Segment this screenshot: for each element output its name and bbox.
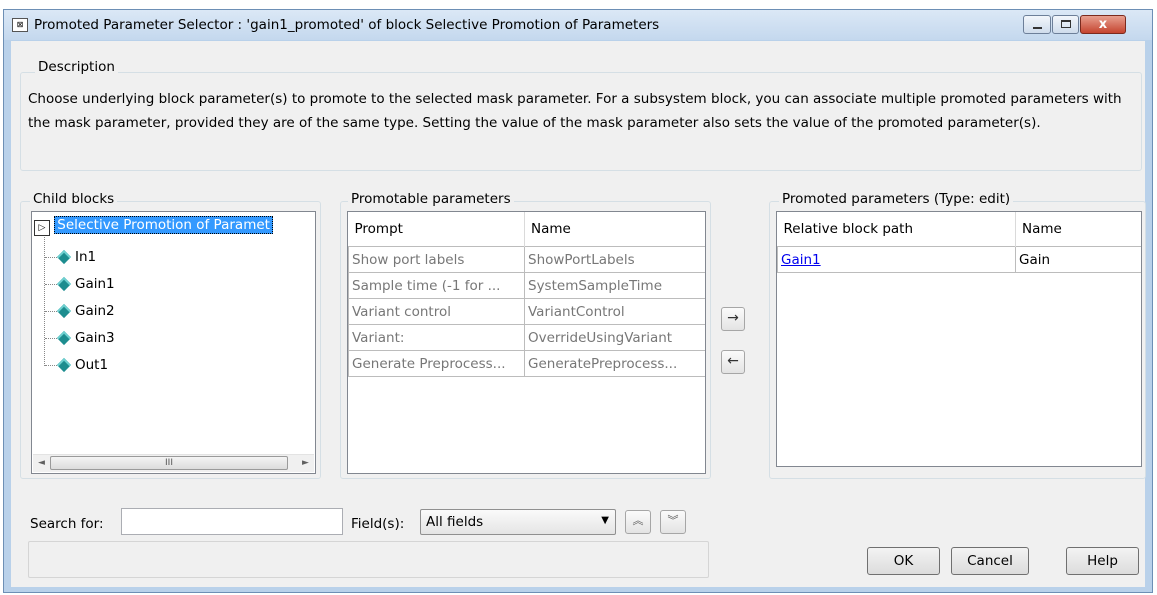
search-down-button[interactable]: ︾	[660, 510, 686, 534]
table-header: Relative block path Name	[777, 212, 1141, 247]
block-diagram-icon: ⊠	[12, 18, 28, 32]
table-row[interactable]: Sample time (-1 for ... SystemSampleTime	[348, 272, 705, 299]
tree-root[interactable]: ▷ Selective Promotion of Paramet	[34, 213, 273, 237]
column-header[interactable]: Prompt	[348, 212, 525, 247]
tree-root-label: Selective Promotion of Paramet	[54, 216, 273, 234]
block-icon	[56, 330, 72, 346]
block-path-link[interactable]: Gain1	[781, 252, 821, 268]
search-input[interactable]	[121, 508, 343, 535]
add-parameter-button[interactable]: →	[721, 307, 745, 331]
column-header[interactable]: Name	[524, 212, 705, 247]
ok-button[interactable]: OK	[867, 547, 940, 575]
close-button[interactable]: x	[1080, 15, 1126, 34]
description-legend: Description	[35, 59, 118, 75]
remove-parameter-button[interactable]: ←	[721, 350, 745, 374]
window-title: Promoted Parameter Selector : 'gain1_pro…	[34, 17, 660, 33]
dialog-window: ⊠ Promoted Parameter Selector : 'gain1_p…	[3, 9, 1153, 593]
maximize-button[interactable]	[1052, 15, 1079, 34]
block-icon	[56, 276, 72, 292]
table-row[interactable]: Gain1 Gain	[777, 246, 1141, 273]
close-icon: x	[1098, 17, 1108, 32]
promotable-legend: Promotable parameters	[348, 191, 514, 207]
table-row[interactable]: Variant: OverrideUsingVariant	[348, 324, 705, 351]
title-bar[interactable]: ⊠ Promoted Parameter Selector : 'gain1_p…	[4, 10, 1152, 40]
scroll-left-icon[interactable]: ◄	[33, 455, 50, 472]
column-header[interactable]: Relative block path	[777, 212, 1016, 247]
horizontal-scrollbar[interactable]: ◄ III ►	[33, 454, 314, 472]
promoted-table[interactable]: Relative block path Name Gain1 Gain	[776, 211, 1142, 467]
status-area	[28, 541, 709, 578]
scroll-right-icon[interactable]: ►	[297, 455, 314, 472]
table-row[interactable]: Generate Preprocess... GeneratePreprocess…	[348, 350, 705, 377]
help-button[interactable]: Help	[1066, 547, 1139, 575]
tree-item-gain2[interactable]: Gain2	[56, 299, 115, 323]
table-header: Prompt Name	[348, 212, 705, 247]
table-row[interactable]: Show port labels ShowPortLabels	[348, 246, 705, 273]
tree-item-in1[interactable]: In1	[56, 245, 96, 269]
column-header[interactable]: Name	[1015, 212, 1141, 247]
fields-select[interactable]: All fields ▼	[420, 509, 616, 535]
tree-item-gain1[interactable]: Gain1	[56, 272, 115, 296]
block-icon	[56, 249, 72, 265]
block-icon	[56, 303, 72, 319]
promoted-legend: Promoted parameters (Type: edit)	[779, 191, 1014, 207]
description-text: Choose underlying block parameter(s) to …	[28, 91, 1122, 131]
table-row[interactable]: Variant control VariantControl	[348, 298, 705, 325]
cancel-button[interactable]: Cancel	[951, 547, 1029, 575]
dialog-client: Description Choose underlying block para…	[11, 41, 1146, 587]
search-label: Search for:	[30, 516, 104, 532]
search-up-button[interactable]: ︽	[625, 510, 651, 534]
child-blocks-tree[interactable]: ▷ Selective Promotion of Paramet In1 Gai…	[31, 211, 316, 474]
fields-label: Field(s):	[351, 516, 405, 532]
scroll-thumb[interactable]: III	[50, 456, 288, 470]
subsystem-icon: ▷	[34, 220, 50, 236]
minimize-icon	[1033, 27, 1042, 29]
block-icon	[56, 357, 72, 373]
chevron-down-icon: ▼	[601, 515, 609, 526]
tree-item-gain3[interactable]: Gain3	[56, 326, 115, 350]
child-blocks-legend: Child blocks	[30, 191, 118, 207]
promotable-table[interactable]: Prompt Name Show port labels ShowPortLabe…	[347, 211, 706, 474]
maximize-icon	[1061, 20, 1071, 28]
minimize-button[interactable]	[1023, 15, 1051, 34]
tree-item-out1[interactable]: Out1	[56, 353, 108, 377]
